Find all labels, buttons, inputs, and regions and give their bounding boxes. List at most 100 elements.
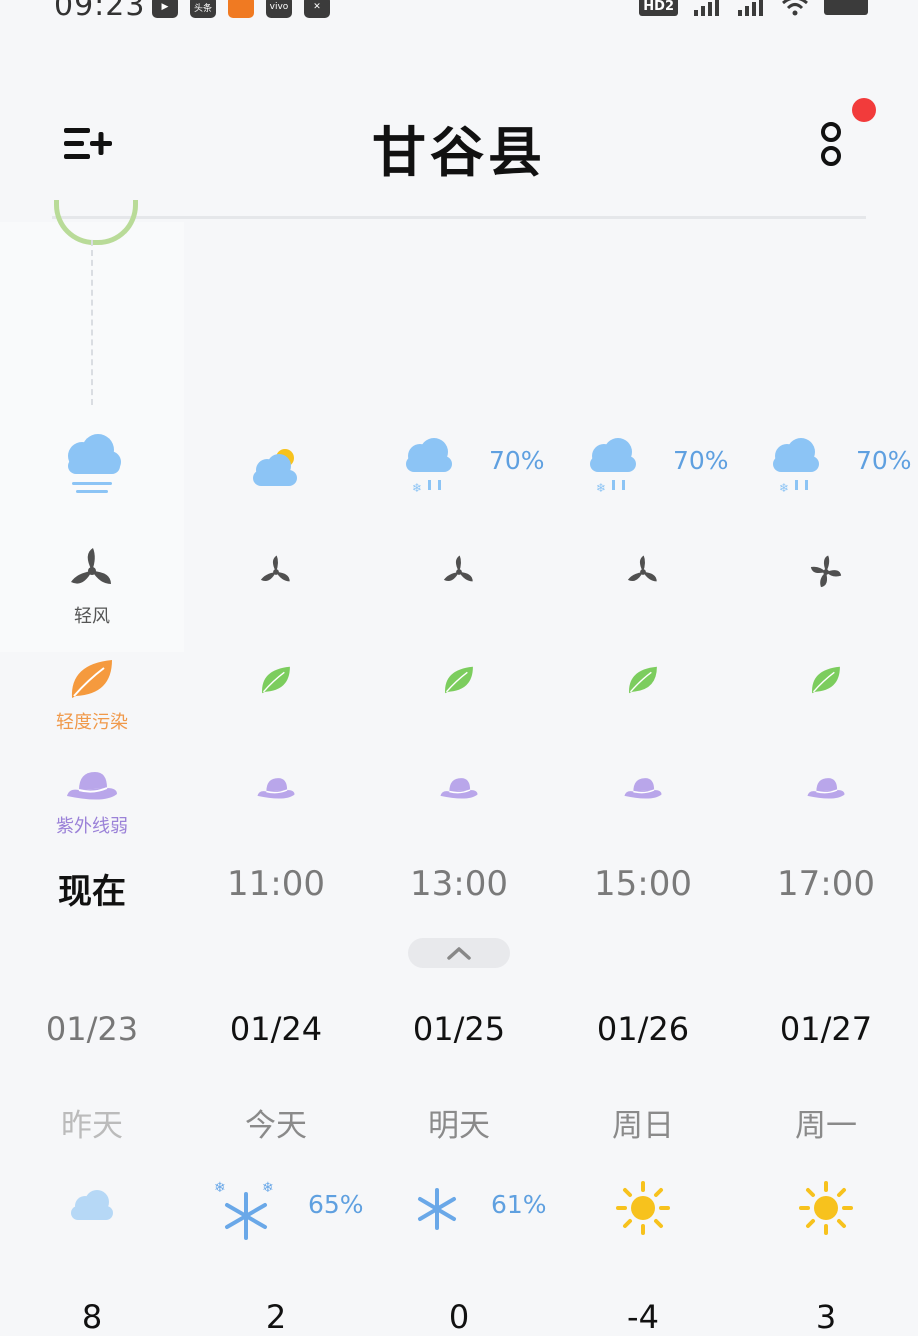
wind-fan-icon [810, 555, 842, 588]
daily-day-name: 昨天 [61, 1108, 123, 1144]
sun-hat-icon [67, 772, 117, 800]
wind-level-label: 轻风 [74, 606, 110, 627]
green-leaf-icon [629, 666, 657, 694]
battery-icon [824, 0, 868, 15]
hourly-cell [367, 554, 551, 594]
daily-cell: 61% [367, 1186, 551, 1236]
cloudy-icon [71, 1190, 113, 1220]
svg-text:❄: ❄ [779, 481, 789, 495]
sleet-icon: ❄ [773, 438, 819, 495]
signal-4g-icon-2 [738, 0, 763, 16]
status-indicators: HD2 [639, 0, 868, 16]
daily-high-temp: 8 [81, 1298, 103, 1336]
daily-precip-chance: 65% [308, 1190, 364, 1219]
daily-day-name: 周一 [795, 1108, 857, 1144]
daily-date[interactable]: 01/24 [184, 1010, 368, 1048]
hd-voice-icon: HD2 [639, 0, 678, 16]
capcut-app-icon: ✕ [304, 0, 330, 18]
wifi-icon [782, 0, 808, 16]
partly-cloudy-icon [253, 449, 297, 486]
wind-fan-icon [627, 555, 657, 582]
hourly-precip-chance: 70% [673, 446, 729, 475]
uv-index-label: 紫外线弱 [56, 816, 128, 837]
daily-cell [551, 1181, 735, 1240]
hourly-cell [551, 664, 735, 700]
wind-fan-icon [71, 548, 111, 584]
sleet-icon: ❄ [406, 438, 452, 495]
sunny-icon [799, 1181, 853, 1235]
svg-text:❄: ❄ [596, 481, 606, 495]
hour-label: 13:00 [410, 864, 508, 904]
daily-date[interactable]: 01/27 [734, 1010, 918, 1048]
green-leaf-icon [812, 666, 840, 694]
hourly-cell [551, 776, 735, 808]
hourly-cell [0, 432, 184, 506]
hourly-cell [184, 664, 368, 700]
daily-cell [734, 1181, 918, 1240]
video-app-icon: ▶ [152, 0, 178, 18]
hourly-precip-chance: 70% [489, 446, 545, 475]
green-leaf-icon [445, 666, 473, 694]
signal-4g-icon [694, 0, 719, 16]
fog-cloud-icon [68, 434, 121, 493]
daily-cell: ❄ ❄ 65% [184, 1180, 368, 1244]
hourly-cell [367, 776, 551, 808]
hourly-cell [367, 664, 551, 700]
green-leaf-icon [262, 666, 290, 694]
news-app-icon: 头条 [190, 0, 216, 18]
daily-date[interactable]: 01/23 [0, 1010, 184, 1048]
daily-day-name: 明天 [428, 1108, 490, 1144]
chevron-up-icon [447, 947, 471, 960]
daily-day-name: 周日 [612, 1108, 674, 1144]
notification-dot [852, 98, 876, 122]
hourly-cell: 紫外线弱 [0, 770, 184, 838]
hourly-cell [184, 776, 368, 808]
sun-hat-icon [257, 778, 295, 799]
sun-hat-icon [807, 778, 845, 799]
hourly-cell [184, 554, 368, 594]
daily-date[interactable]: 01/25 [367, 1010, 551, 1048]
more-options-icon[interactable] [816, 120, 846, 170]
sun-hat-icon [624, 778, 662, 799]
hourly-cell: ❄ 70% [367, 432, 551, 506]
daily-day-name: 今天 [245, 1108, 307, 1144]
hour-label: 17:00 [777, 864, 875, 904]
hourly-cell: 轻度污染 [0, 656, 184, 734]
daily-high-temp: 3 [815, 1298, 837, 1336]
wind-fan-icon [443, 555, 473, 582]
status-bar: 09:23 ▶ 头条 vivo ✕ HD2 [0, 0, 918, 26]
shop-app-icon [228, 0, 254, 18]
hour-label: 15:00 [594, 864, 692, 904]
status-app-icons: ▶ 头条 vivo ✕ [152, 0, 330, 18]
hourly-cell: ❄ 70% [551, 432, 735, 506]
daily-high-temp: 2 [265, 1298, 287, 1336]
svg-text:❄: ❄ [412, 481, 422, 495]
daily-cell [0, 1186, 184, 1230]
svg-text:❄: ❄ [214, 1180, 226, 1196]
daily-high-temp: -4 [627, 1298, 659, 1336]
hourly-cell [734, 664, 918, 700]
hour-label: 现在 [58, 872, 126, 912]
hour-label: 11:00 [227, 864, 325, 904]
sleet-icon: ❄ [590, 438, 636, 495]
vivo-app-icon: vivo [266, 0, 292, 18]
sun-hat-icon [440, 778, 478, 799]
air-quality-label: 轻度污染 [56, 712, 128, 733]
collapse-hourly-button[interactable] [408, 938, 510, 968]
hourly-cell [734, 776, 918, 808]
snow-icon [418, 1188, 456, 1230]
sunny-icon [616, 1181, 670, 1235]
temperature-curve-dashed-line [91, 240, 93, 405]
hourly-cell: 轻风 [0, 546, 184, 628]
orange-leaf-icon [71, 660, 112, 698]
daily-date[interactable]: 01/26 [551, 1010, 735, 1048]
snow-icon: ❄ ❄ [214, 1180, 274, 1240]
hourly-cell [551, 554, 735, 594]
wind-fan-icon [260, 555, 290, 582]
hourly-precip-chance: 70% [856, 446, 912, 475]
status-time: 09:23 [54, 0, 146, 23]
city-title: 甘谷县 [372, 121, 546, 184]
header-divider [52, 216, 866, 219]
svg-text:❄: ❄ [262, 1180, 274, 1196]
hourly-cell [184, 432, 368, 506]
